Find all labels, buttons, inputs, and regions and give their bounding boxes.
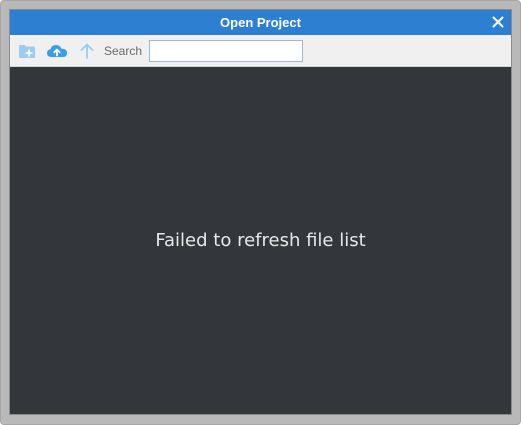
cloud-upload-icon bbox=[47, 45, 67, 57]
go-up-button[interactable] bbox=[76, 40, 98, 62]
search-input[interactable] bbox=[149, 40, 303, 62]
search-label: Search bbox=[104, 44, 143, 58]
window-frame: Open Project Search Failed to refresh fi… bbox=[0, 0, 521, 425]
title-bar[interactable]: Open Project bbox=[10, 10, 511, 35]
open-project-dialog: Open Project Search Failed to refresh fi… bbox=[10, 10, 511, 414]
upload-button[interactable] bbox=[46, 40, 68, 62]
close-icon bbox=[492, 16, 504, 28]
folder-plus-icon bbox=[19, 45, 35, 58]
close-button[interactable] bbox=[490, 14, 506, 30]
error-message: Failed to refresh file list bbox=[155, 230, 366, 251]
arrow-up-icon bbox=[80, 43, 94, 59]
new-folder-button[interactable] bbox=[16, 40, 38, 62]
toolbar: Search bbox=[10, 35, 511, 67]
file-list-area: Failed to refresh file list bbox=[10, 67, 511, 414]
dialog-title: Open Project bbox=[220, 15, 301, 30]
